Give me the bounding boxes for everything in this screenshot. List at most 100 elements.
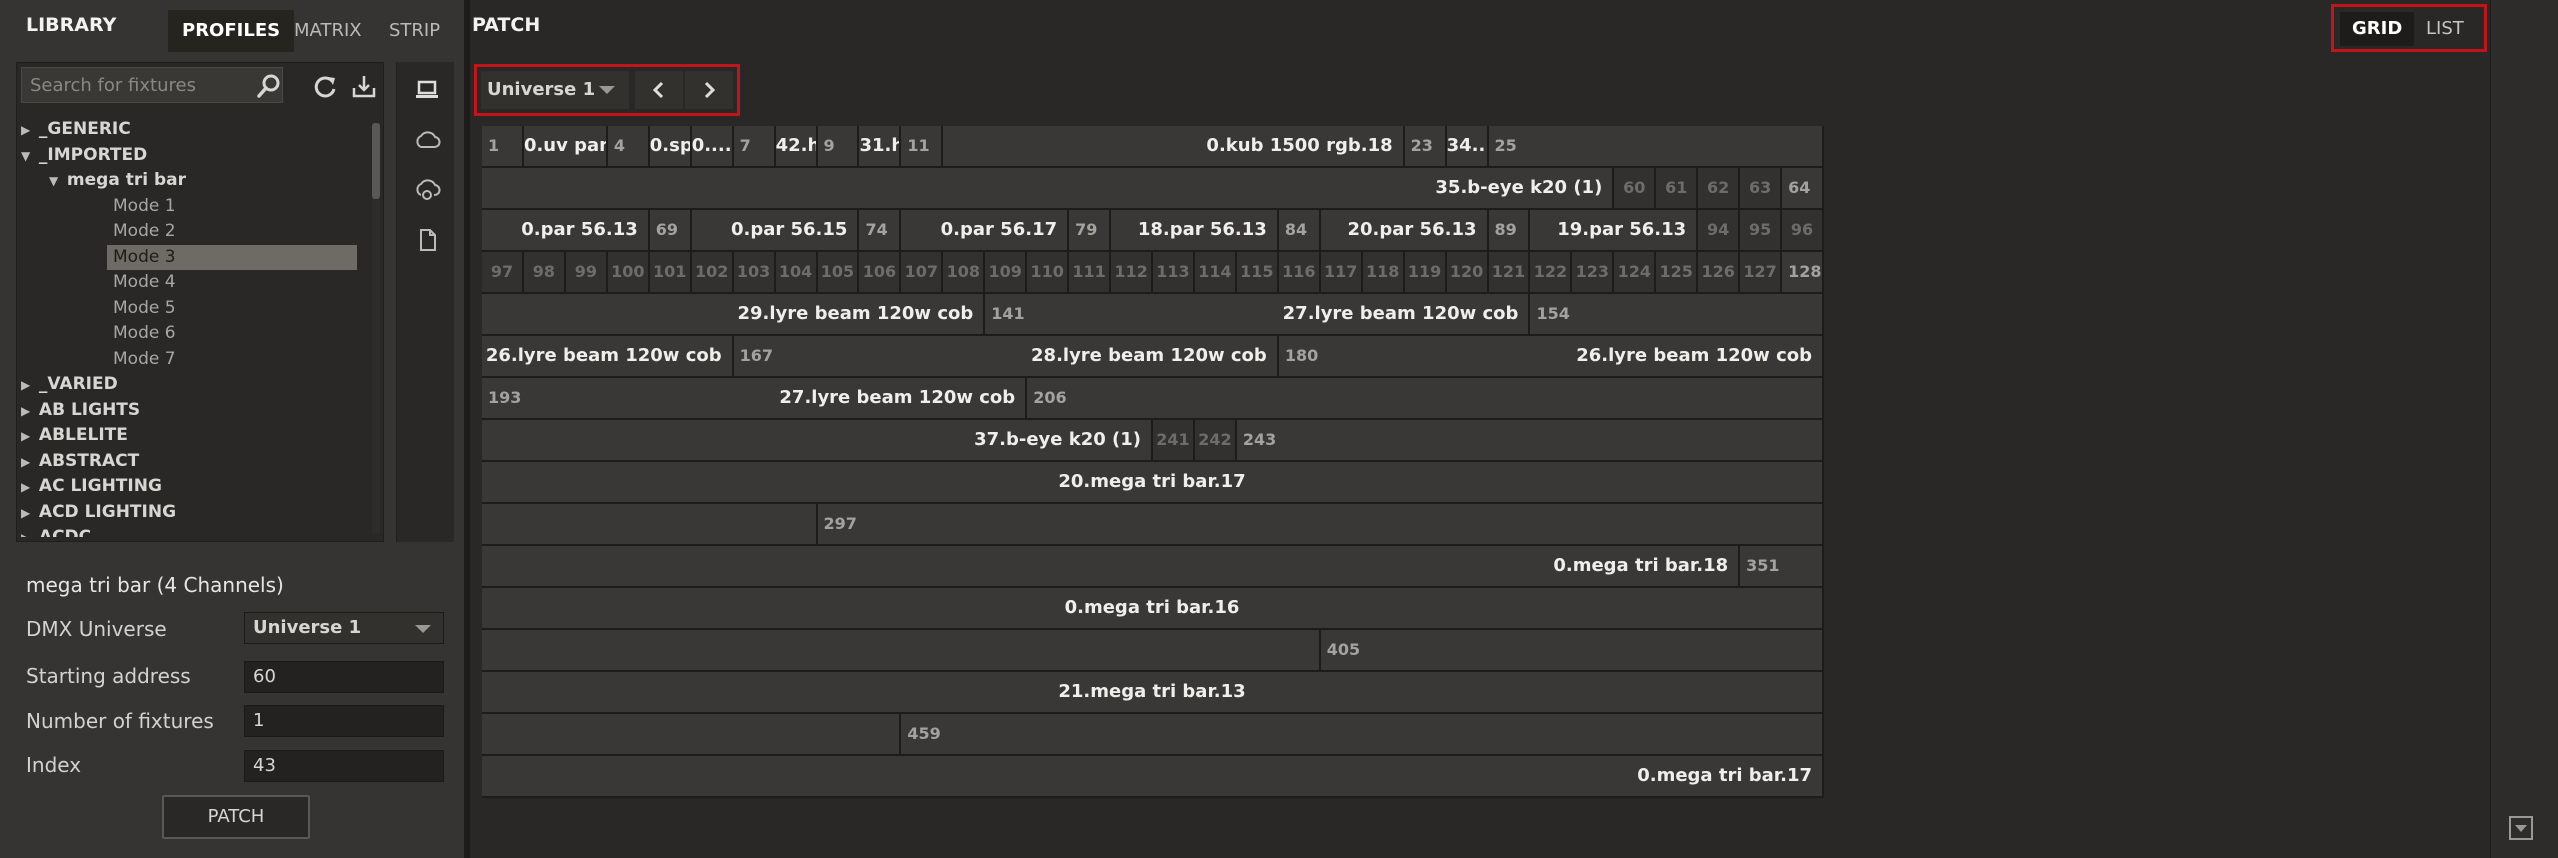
tree-mode-item[interactable]: Mode 7	[113, 347, 365, 372]
channel-cell[interactable]: 113	[1153, 252, 1195, 294]
search-icon[interactable]	[254, 71, 284, 101]
fixture-cell[interactable]: 37.b-eye k20 (1)	[482, 420, 1153, 462]
channel-cell[interactable]: 297	[817, 504, 1824, 546]
list-view-button[interactable]: LIST	[2414, 12, 2476, 46]
channel-cell[interactable]: 23	[1404, 126, 1447, 168]
channel-cell[interactable]: 84	[1278, 210, 1321, 252]
fixture-cell[interactable]: 0.uv pane...	[523, 126, 608, 168]
caret-right-icon[interactable]: ▶	[21, 424, 33, 449]
channel-cell[interactable]: 74	[859, 210, 902, 252]
tree-mode-item[interactable]: Mode 4	[113, 270, 365, 295]
channel-cell[interactable]: 79	[1069, 210, 1112, 252]
channel-cell[interactable]: 141 27.lyre beam 120w cob	[985, 294, 1531, 336]
search-input[interactable]	[30, 68, 240, 102]
fixture-cell[interactable]: 0.mega tri bar.17	[482, 756, 1824, 798]
tree-mode-item[interactable]: Mode 3	[107, 244, 357, 270]
collapse-down-icon[interactable]	[2508, 815, 2534, 841]
caret-right-icon[interactable]: ▶	[21, 373, 33, 398]
channel-cell[interactable]: 126	[1698, 252, 1741, 294]
channel-cell[interactable]: 105	[817, 252, 860, 294]
fixture-cell[interactable]	[482, 504, 818, 546]
fixture-cell[interactable]: 0.kub 1500 rgb.18	[943, 126, 1405, 168]
channel-cell[interactable]: 69	[649, 210, 692, 252]
channel-cell[interactable]: 61	[1656, 168, 1699, 210]
channel-cell[interactable]: 101	[649, 252, 692, 294]
caret-right-icon[interactable]: ▶	[21, 475, 33, 500]
fixture-cell[interactable]: 20.mega tri bar.17	[482, 462, 1824, 504]
fixture-cell[interactable]: 20.par 56.13	[1320, 210, 1489, 252]
channel-cell[interactable]: 117	[1320, 252, 1363, 294]
channel-cell[interactable]: 62	[1698, 168, 1741, 210]
channel-cell[interactable]: 109	[985, 252, 1028, 294]
fixture-cell[interactable]: 29.lyre beam 120w cob	[482, 294, 986, 336]
prev-universe-button[interactable]	[635, 71, 683, 109]
caret-right-icon[interactable]: ▶	[21, 501, 33, 526]
channel-cell[interactable]: 100	[607, 252, 650, 294]
channel-cell[interactable]: 119	[1404, 252, 1447, 294]
fixture-cell[interactable]	[482, 630, 1321, 672]
index-field[interactable]: 43	[244, 750, 444, 782]
tab-profiles[interactable]: PROFILES	[168, 10, 295, 52]
channel-cell[interactable]: 1	[482, 126, 524, 168]
channel-cell[interactable]: 94	[1698, 210, 1741, 252]
channel-cell[interactable]: 114	[1194, 252, 1237, 294]
channel-cell[interactable]: 89	[1488, 210, 1531, 252]
channel-cell[interactable]: 11	[901, 126, 944, 168]
channel-cell[interactable]: 104	[775, 252, 818, 294]
tree-mode-item[interactable]: Mode 1	[113, 194, 365, 219]
channel-cell[interactable]: 111	[1069, 252, 1112, 294]
universe-select[interactable]: Universe 1	[481, 71, 629, 109]
panel-divider[interactable]	[464, 0, 470, 858]
tree-folder-item[interactable]: ▶ AC LIGHTING	[21, 474, 162, 499]
channel-cell[interactable]: 112	[1111, 252, 1153, 294]
fixture-cell[interactable]: 18.par 56.13	[1111, 210, 1279, 252]
channel-cell[interactable]: 110	[1027, 252, 1070, 294]
fixture-cell[interactable]: 26.lyre beam 120w cob	[482, 336, 734, 378]
tree-mode-item[interactable]: Mode 5	[113, 296, 365, 321]
fixture-cell[interactable]: 19.par 56.13	[1530, 210, 1699, 252]
channel-cell[interactable]: 60	[1614, 168, 1657, 210]
channel-cell[interactable]: 115	[1236, 252, 1279, 294]
channel-cell[interactable]: 118	[1362, 252, 1405, 294]
channel-cell[interactable]: 108	[943, 252, 986, 294]
channel-cell[interactable]: 25	[1488, 126, 1824, 168]
import-icon[interactable]	[349, 72, 379, 102]
channel-cell[interactable]: 243	[1236, 420, 1824, 462]
fixture-cell[interactable]: 0.par 56.17	[901, 210, 1070, 252]
channel-cell[interactable]: 4	[607, 126, 650, 168]
channel-cell[interactable]: 103	[733, 252, 776, 294]
fixture-cell[interactable]: 42.h...	[775, 126, 818, 168]
grid-view-button[interactable]: GRID	[2340, 12, 2415, 46]
starting-address-field[interactable]: 60	[244, 661, 444, 693]
channel-cell[interactable]: 9	[817, 126, 860, 168]
channel-cell[interactable]: 351	[1740, 546, 1824, 588]
caret-down-icon[interactable]: ▼	[21, 144, 33, 169]
channel-cell[interactable]: 127	[1740, 252, 1783, 294]
tree-scrollbar[interactable]	[372, 123, 380, 533]
channel-cell[interactable]: 64	[1782, 168, 1824, 210]
tree-folder-item[interactable]: ▶ AB LIGHTS	[21, 398, 140, 423]
fixture-cell[interactable]: 31.h...	[859, 126, 902, 168]
channel-cell[interactable]: 120	[1446, 252, 1489, 294]
fixture-cell[interactable]: 0.par 56.15	[691, 210, 860, 252]
tab-matrix[interactable]: MATRIX	[280, 10, 376, 52]
caret-right-icon[interactable]: ▶	[21, 526, 33, 537]
caret-down-icon[interactable]: ▼	[49, 169, 61, 194]
next-universe-button[interactable]	[685, 71, 733, 109]
fixture-cell[interactable]: 0....	[691, 126, 734, 168]
fixture-cell[interactable]: 0.mega tri bar.16	[482, 588, 1824, 630]
channel-cell[interactable]: 459	[901, 714, 1824, 756]
caret-right-icon[interactable]: ▶	[21, 118, 33, 143]
tree-folder-item[interactable]: ▶ _GENERIC	[21, 117, 131, 142]
tree-mode-item[interactable]: Mode 2	[113, 219, 365, 244]
tab-strip[interactable]: STRIP	[375, 10, 454, 52]
tree-scroll-thumb[interactable]	[372, 123, 380, 199]
tree-folder-item[interactable]: ▼ mega tri bar	[49, 168, 186, 193]
channel-cell[interactable]: 99	[565, 252, 608, 294]
fixture-cell[interactable]: 21.mega tri bar.13	[482, 672, 1824, 714]
channel-cell[interactable]: 193 27.lyre beam 120w cob	[482, 378, 1028, 420]
channel-cell[interactable]: 128	[1782, 252, 1824, 294]
tree-folder-item[interactable]: ▶ ABLELITE	[21, 423, 128, 448]
channel-cell[interactable]: 123	[1572, 252, 1615, 294]
channel-cell[interactable]: 121	[1488, 252, 1531, 294]
